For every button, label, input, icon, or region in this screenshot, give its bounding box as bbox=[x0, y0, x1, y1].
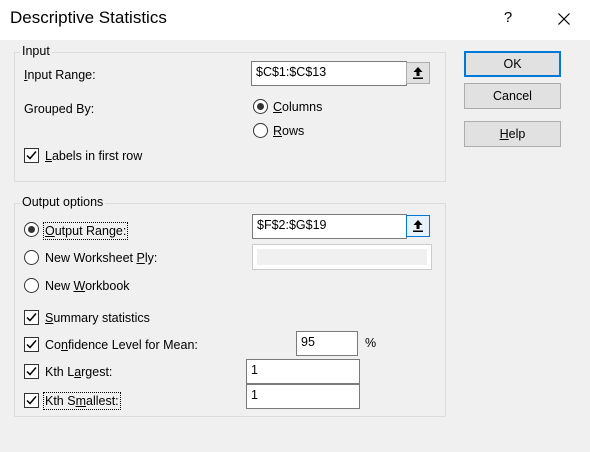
rows-radio[interactable] bbox=[253, 123, 268, 138]
confidence-level-checkbox[interactable] bbox=[24, 337, 39, 352]
kth-largest-label[interactable]: Kth Largest: bbox=[45, 365, 112, 379]
columns-radio[interactable] bbox=[253, 99, 268, 114]
cancel-button[interactable]: Cancel bbox=[464, 83, 561, 109]
new-workbook-label[interactable]: New Workbook bbox=[45, 279, 130, 293]
confidence-level-field[interactable]: 95 bbox=[296, 331, 358, 356]
help-question-icon[interactable]: ? bbox=[496, 9, 520, 31]
summary-statistics-checkbox[interactable] bbox=[24, 310, 39, 325]
rows-label[interactable]: Rows bbox=[273, 124, 304, 138]
columns-label[interactable]: Columns bbox=[273, 100, 322, 114]
radio-selected-dot bbox=[257, 103, 264, 110]
kth-smallest-field[interactable]: 1 bbox=[246, 384, 360, 409]
new-worksheet-ply-label[interactable]: New Worksheet Ply: bbox=[45, 251, 157, 265]
output-options-legend: Output options bbox=[20, 195, 106, 209]
ok-button[interactable]: OK bbox=[464, 51, 561, 77]
checkmark-icon bbox=[26, 396, 37, 405]
input-group-legend: Input bbox=[20, 44, 52, 58]
percent-sign: % bbox=[365, 336, 377, 350]
kth-largest-checkbox[interactable] bbox=[24, 364, 39, 379]
new-workbook-radio[interactable] bbox=[24, 278, 39, 293]
checkmark-icon bbox=[26, 340, 37, 349]
labels-first-row-label[interactable]: Labels in first row bbox=[45, 149, 142, 163]
checkmark-icon bbox=[26, 151, 37, 160]
collapse-dialog-icon bbox=[413, 67, 423, 79]
grouped-by-label: Grouped By: bbox=[24, 102, 95, 116]
new-worksheet-ply-field[interactable] bbox=[252, 244, 432, 270]
help-button[interactable]: Help bbox=[464, 121, 561, 147]
input-range-field[interactable]: $C$1:$C$13 bbox=[251, 61, 407, 86]
output-range-collapse-button[interactable] bbox=[406, 215, 430, 237]
summary-statistics-label[interactable]: Summary statistics bbox=[45, 311, 150, 325]
close-button[interactable] bbox=[547, 5, 581, 33]
output-range-label[interactable]: Output Range: bbox=[42, 222, 129, 240]
checkmark-icon bbox=[26, 313, 37, 322]
close-icon bbox=[558, 13, 570, 25]
output-range-radio[interactable] bbox=[24, 222, 39, 237]
title-bar: Descriptive Statistics ? bbox=[0, 0, 590, 40]
radio-selected-dot bbox=[28, 226, 35, 233]
kth-smallest-checkbox[interactable] bbox=[24, 393, 39, 408]
disabled-field-fill bbox=[257, 249, 427, 265]
descriptive-statistics-dialog: Descriptive Statistics ? Input Input Ran… bbox=[0, 0, 590, 452]
checkmark-icon bbox=[26, 367, 37, 376]
kth-smallest-label[interactable]: Kth Smallest: bbox=[43, 392, 121, 410]
kth-largest-field[interactable]: 1 bbox=[246, 359, 360, 384]
output-range-field[interactable]: $F$2:$G$19 bbox=[252, 214, 407, 239]
input-range-collapse-button[interactable] bbox=[406, 62, 430, 84]
confidence-level-label[interactable]: Confidence Level for Mean: bbox=[45, 338, 198, 352]
labels-first-row-checkbox[interactable] bbox=[24, 148, 39, 163]
input-range-label: Input Range: bbox=[24, 68, 96, 82]
new-worksheet-ply-radio[interactable] bbox=[24, 250, 39, 265]
collapse-dialog-icon bbox=[413, 220, 423, 232]
dialog-title: Descriptive Statistics bbox=[10, 8, 167, 27]
